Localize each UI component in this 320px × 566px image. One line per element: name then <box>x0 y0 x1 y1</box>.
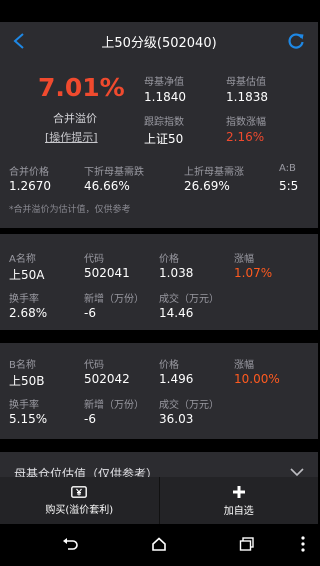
nav-label: 母基净值 <box>144 77 184 88</box>
nav-value: 1.1840 <box>144 90 186 104</box>
fund-a-change: 1.07% <box>234 266 273 280</box>
ratio-label: A:B <box>279 163 296 174</box>
fund-b-panel: B名称 上50B 代码 502042 价格 1.496 涨幅 10.00% 换手… <box>0 343 318 439</box>
premium-value: 7.01% <box>38 73 125 102</box>
more-vert-icon[interactable] <box>300 536 306 552</box>
chevron-down-icon <box>290 468 304 477</box>
fund-b-code: 502042 <box>84 372 130 386</box>
refresh-button[interactable] <box>286 31 306 51</box>
fund-a-turnover-label: 换手率 <box>9 294 39 305</box>
fund-b-new-label: 新增（万份） <box>84 400 144 411</box>
fund-b-turnover-label: 换手率 <box>9 400 39 411</box>
merge-panel: 合并价格 1.2670 下折母基需跌 46.66% 上折母基需涨 26.69% … <box>0 156 318 228</box>
fund-b-turnover: 5.15% <box>9 412 48 426</box>
fund-b-name-label: B名称 <box>9 360 36 371</box>
down-fold-value: 46.66% <box>84 179 130 193</box>
merge-price-value: 1.2670 <box>9 179 51 193</box>
fund-b-new: -6 <box>84 412 96 426</box>
buy-arbitrage-label: 购买(溢价套利) <box>45 504 114 516</box>
fund-b-name: 上50B <box>9 374 45 388</box>
fund-a-name: 上50A <box>9 268 45 282</box>
merge-price-label: 合并价格 <box>9 167 49 178</box>
index-value: 上证50 <box>144 132 184 146</box>
est-value: 1.1838 <box>226 90 268 104</box>
page-title: 上50分级(502040) <box>101 35 217 51</box>
fund-b-volume: 36.03 <box>159 412 194 426</box>
home-nav-icon[interactable] <box>151 537 167 551</box>
fund-a-code-label: 代码 <box>84 254 104 265</box>
plus-icon <box>232 485 245 498</box>
est-label: 母基估值 <box>226 77 266 88</box>
fund-b-code-label: 代码 <box>84 360 104 371</box>
bottom-action-bar: 购买(溢价套利) 加自选 <box>0 477 318 524</box>
fund-b-volume-label: 成交（万元） <box>159 400 219 411</box>
index-change-label: 指数涨幅 <box>226 117 266 128</box>
down-fold-label: 下折母基需跌 <box>84 167 144 178</box>
operation-hint-link[interactable]: [操作提示] <box>45 129 98 145</box>
recents-nav-icon[interactable] <box>239 537 255 551</box>
back-nav-icon[interactable] <box>62 537 78 551</box>
fund-b-price: 1.496 <box>159 372 194 386</box>
buy-arbitrage-button[interactable]: 购买(溢价套利) <box>0 477 160 524</box>
fund-b-price-label: 价格 <box>159 360 179 371</box>
add-favorite-label: 加自选 <box>223 505 254 517</box>
chevron-left-icon <box>13 33 24 49</box>
fund-a-code: 502041 <box>84 266 130 280</box>
app-header: 上50分级(502040) <box>0 22 318 60</box>
add-favorite-button[interactable]: 加自选 <box>160 477 319 524</box>
estimate-note: *合并溢价为估计值，仅供参考 <box>9 205 131 215</box>
refresh-icon <box>288 33 304 49</box>
fund-b-change: 10.00% <box>234 372 280 386</box>
fund-a-price-label: 价格 <box>159 254 179 265</box>
fund-a-volume: 14.46 <box>159 306 194 320</box>
fund-b-change-label: 涨幅 <box>234 360 254 371</box>
fund-a-price: 1.038 <box>159 266 194 280</box>
index-change-value: 2.16% <box>226 130 265 144</box>
position-valuation-header[interactable]: 母基仓位估值（仅供参考） <box>0 452 318 481</box>
ratio-value: 5:5 <box>279 179 299 193</box>
summary-panel: 7.01% 合并溢价 [操作提示] 母基净值 1.1840 母基估值 1.183… <box>0 60 318 156</box>
premium-label: 合并溢价 <box>53 112 97 125</box>
back-button[interactable] <box>8 30 30 52</box>
fund-a-new-label: 新增（万份） <box>84 294 144 305</box>
fund-a-turnover: 2.68% <box>9 306 48 320</box>
fund-a-change-label: 涨幅 <box>234 254 254 265</box>
yen-icon <box>71 485 88 498</box>
up-fold-value: 26.69% <box>184 179 230 193</box>
fund-a-new: -6 <box>84 306 96 320</box>
fund-a-panel: A名称 上50A 代码 502041 价格 1.038 涨幅 1.07% 换手率… <box>0 234 318 330</box>
status-bar <box>0 0 318 22</box>
index-label: 跟踪指数 <box>144 117 184 128</box>
system-navigation-bar <box>0 524 318 566</box>
fund-a-name-label: A名称 <box>9 254 36 265</box>
up-fold-label: 上折母基需涨 <box>184 167 244 178</box>
fund-a-volume-label: 成交（万元） <box>159 294 219 305</box>
